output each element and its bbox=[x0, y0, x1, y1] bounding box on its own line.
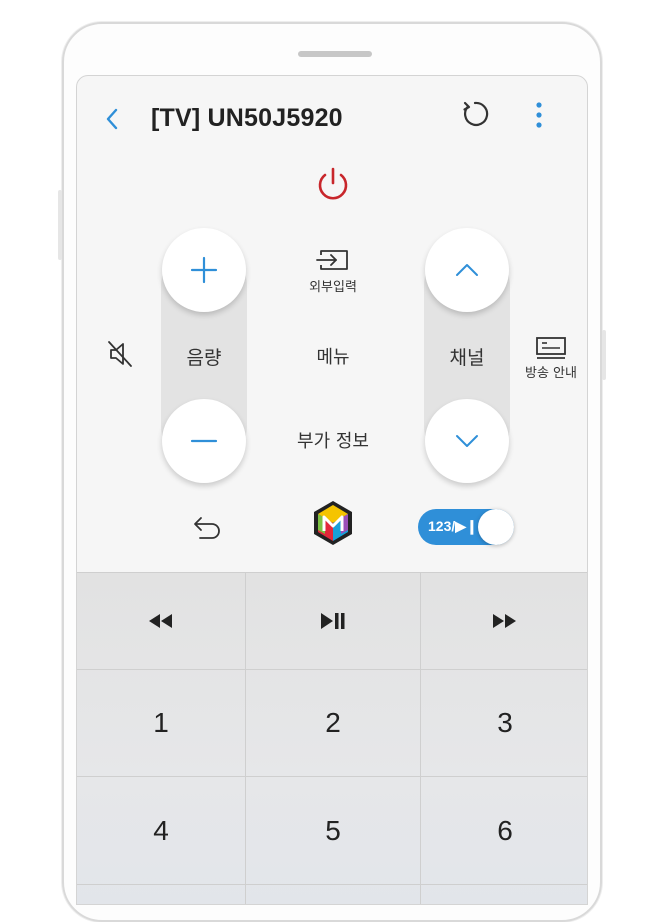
source-icon bbox=[316, 250, 348, 270]
digit-1-button[interactable]: 1 bbox=[77, 670, 245, 776]
channel-up-button[interactable] bbox=[425, 228, 509, 312]
mute-button[interactable] bbox=[101, 334, 141, 374]
volume-key bbox=[58, 190, 62, 260]
chevron-left-icon bbox=[106, 108, 118, 130]
digit-2-button[interactable]: 2 bbox=[246, 670, 420, 776]
channel-label: 채널 bbox=[449, 347, 485, 369]
digit-5-button[interactable]: 5 bbox=[246, 777, 420, 884]
volume-down-button[interactable] bbox=[162, 399, 246, 483]
toggle-knob bbox=[478, 509, 514, 545]
device-title: [TV] UN50J5920 bbox=[151, 104, 343, 132]
refresh-button[interactable] bbox=[457, 96, 493, 132]
volume-up-button[interactable] bbox=[162, 228, 246, 312]
keypad-mode-toggle[interactable]: 123/▶❙❙ bbox=[418, 509, 518, 545]
digit-4-button[interactable]: 4 bbox=[77, 777, 245, 884]
refresh-icon bbox=[463, 101, 489, 126]
guide-button[interactable]: 방송 안내 bbox=[515, 334, 587, 384]
minus-icon bbox=[190, 439, 218, 443]
guide-label: 방송 안내 bbox=[525, 366, 577, 381]
smart-hub-icon bbox=[314, 501, 352, 545]
return-button[interactable] bbox=[187, 510, 227, 544]
channel-down-button[interactable] bbox=[425, 399, 509, 483]
info-button[interactable]: 부가 정보 bbox=[277, 427, 389, 453]
more-options-button[interactable] bbox=[527, 98, 551, 132]
play-pause-icon bbox=[321, 612, 345, 629]
menu-button[interactable]: 메뉴 bbox=[292, 343, 374, 369]
return-icon bbox=[194, 517, 220, 539]
chevron-up-icon bbox=[456, 264, 478, 276]
back-button[interactable] bbox=[97, 104, 127, 134]
digit-3-button[interactable]: 3 bbox=[421, 670, 587, 776]
plus-icon bbox=[190, 256, 218, 284]
power-button[interactable] bbox=[311, 163, 355, 207]
rewind-button[interactable] bbox=[77, 572, 245, 669]
mute-icon bbox=[108, 341, 132, 367]
keypad: 1 2 3 4 5 6 bbox=[77, 572, 587, 904]
power-icon bbox=[318, 167, 348, 200]
digit-6-button[interactable]: 6 bbox=[421, 777, 587, 884]
source-button[interactable]: 외부입력 bbox=[292, 244, 374, 296]
guide-icon bbox=[536, 337, 566, 359]
side-key bbox=[602, 330, 606, 380]
fast-forward-icon bbox=[493, 613, 516, 628]
chevron-down-icon bbox=[456, 435, 478, 447]
remote-screen: [TV] UN50J5920 음량 외부입력 메뉴 부가 정보 채널 방송 안내… bbox=[76, 75, 588, 905]
phone-speaker bbox=[298, 51, 372, 57]
source-label: 외부입력 bbox=[309, 280, 357, 295]
keypad-divider bbox=[77, 884, 587, 885]
rewind-icon bbox=[149, 613, 172, 628]
fast-forward-button[interactable] bbox=[421, 572, 587, 669]
smart-hub-button[interactable] bbox=[311, 499, 355, 547]
play-pause-button[interactable] bbox=[246, 572, 420, 669]
more-vertical-icon bbox=[536, 102, 542, 128]
volume-label: 음량 bbox=[186, 347, 222, 369]
